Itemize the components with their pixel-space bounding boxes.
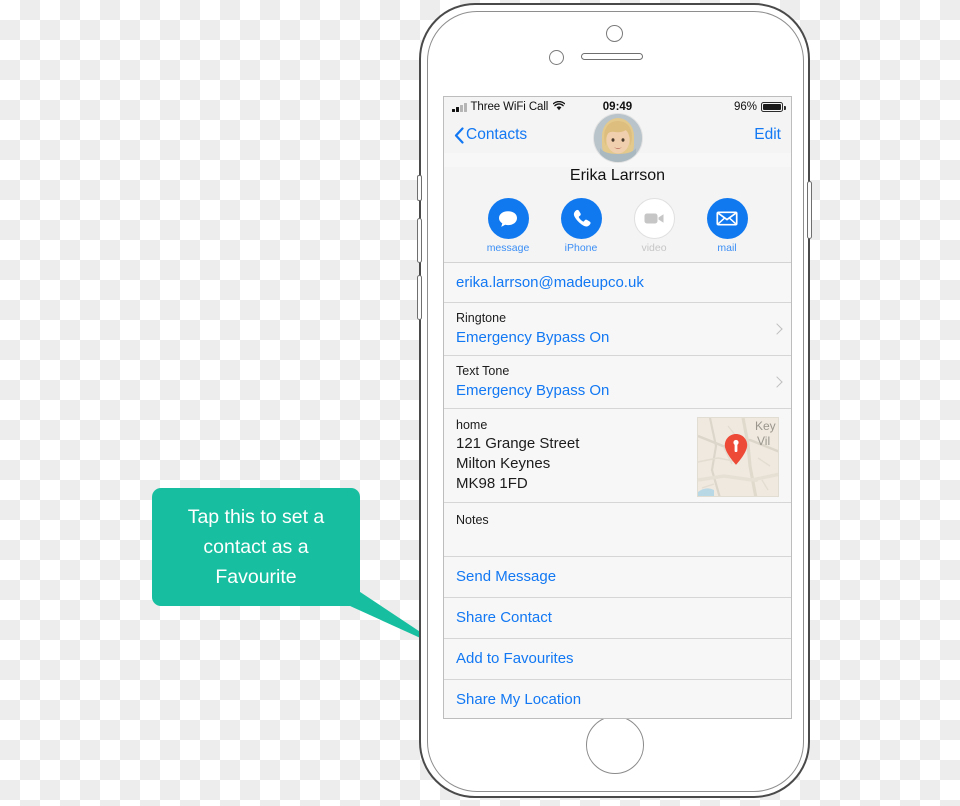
row-notes[interactable]: Notes (444, 503, 791, 557)
phone-screen: Three WiFi Call 09:49 96% Contacts Edit … (443, 96, 792, 719)
proximity-sensor-icon (549, 50, 564, 65)
map-thumbnail[interactable]: Key Vil (697, 417, 779, 497)
action-iphone[interactable]: iPhone (558, 198, 604, 254)
signal-bars-icon (452, 102, 467, 112)
screenshot-canvas: Tap this to set a contact as a Favourite… (0, 0, 960, 806)
ringtone-value: Emergency Bypass On (456, 329, 610, 346)
wifi-icon (553, 100, 566, 114)
svg-text:Key: Key (755, 419, 776, 433)
phone-handset-icon (560, 198, 602, 239)
text-tone-value: Emergency Bypass On (456, 382, 610, 399)
battery-icon (761, 102, 786, 112)
action-video-label: video (641, 242, 667, 254)
volume-down-button-icon[interactable] (417, 275, 422, 320)
camera-icon (605, 25, 623, 42)
carrier-label: Three WiFi Call (470, 101, 549, 113)
action-message-label: message (486, 242, 530, 254)
text-tone-label: Text Tone (456, 364, 510, 378)
action-mail-label: mail (717, 242, 737, 254)
row-add-to-favourites[interactable]: Add to Favourites (444, 639, 791, 680)
back-to-contacts-button[interactable]: Contacts (454, 126, 527, 144)
row-email[interactable]: erika.larrson@madeupco.uk (444, 263, 791, 303)
ringtone-label: Ringtone (456, 311, 507, 325)
action-video: video (631, 198, 677, 254)
row-text-tone[interactable]: Text Tone Emergency Bypass On (444, 356, 791, 409)
contact-name: Erika Larrson (569, 167, 666, 184)
silent-switch-icon[interactable] (417, 175, 422, 201)
volume-up-button-icon[interactable] (417, 218, 422, 263)
contact-header: Erika Larrson message iPhone video mail (444, 113, 791, 263)
add-to-favourites-link: Add to Favourites (456, 650, 574, 667)
row-share-contact[interactable]: Share Contact (444, 598, 791, 639)
home-button-icon[interactable] (585, 716, 644, 774)
chevron-left-icon (454, 126, 464, 144)
contact-detail-list: erika.larrson@madeupco.uk Ringtone Emerg… (444, 263, 791, 718)
callout-bubble: Tap this to set a contact as a Favourite (152, 488, 360, 606)
video-camera-icon (633, 198, 675, 239)
envelope-icon (706, 198, 748, 239)
message-bubble-icon (487, 198, 529, 239)
action-mail[interactable]: mail (704, 198, 750, 254)
action-iphone-label: iPhone (564, 242, 598, 254)
notes-label: Notes (456, 513, 489, 527)
send-message-link: Send Message (456, 568, 557, 585)
row-address[interactable]: home 121 Grange Street Milton Keynes MK9… (444, 409, 791, 503)
action-message[interactable]: message (485, 198, 531, 254)
contact-actions: message iPhone video mail (444, 198, 791, 254)
power-button-icon[interactable] (807, 181, 812, 239)
iphone-device-frame: Three WiFi Call 09:49 96% Contacts Edit … (417, 3, 812, 798)
row-share-my-location[interactable]: Share My Location (444, 680, 791, 718)
earpiece-speaker-icon (581, 53, 643, 60)
svg-text:Vil: Vil (757, 434, 770, 448)
avatar[interactable] (592, 113, 643, 163)
row-ringtone[interactable]: Ringtone Emergency Bypass On (444, 303, 791, 356)
status-right-group: 96% (733, 101, 786, 113)
back-button-label: Contacts (466, 126, 528, 143)
callout-text: Tap this to set a contact as a Favourite (187, 506, 325, 588)
chevron-right-icon (773, 323, 780, 335)
share-contact-link: Share Contact (456, 609, 552, 626)
row-send-message[interactable]: Send Message (444, 557, 791, 598)
edit-button[interactable]: Edit (754, 126, 781, 144)
email-value: erika.larrson@madeupco.uk (456, 274, 644, 291)
chevron-right-icon (773, 376, 780, 388)
battery-percent-label: 96% (733, 101, 757, 113)
share-my-location-link: Share My Location (456, 691, 582, 708)
